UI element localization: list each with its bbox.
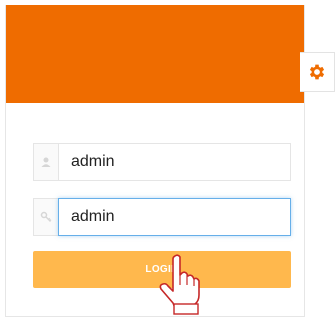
- username-field-group: [33, 143, 291, 181]
- user-icon: [33, 143, 58, 181]
- password-field-group: [33, 198, 291, 236]
- gear-icon: [309, 64, 325, 80]
- login-header-banner: [6, 5, 304, 103]
- password-input[interactable]: [58, 198, 291, 236]
- settings-toggle[interactable]: [300, 52, 335, 92]
- key-icon: [33, 198, 58, 236]
- login-card: LOGIN: [5, 5, 305, 317]
- login-button[interactable]: LOGIN: [33, 251, 291, 288]
- username-input[interactable]: [58, 143, 291, 181]
